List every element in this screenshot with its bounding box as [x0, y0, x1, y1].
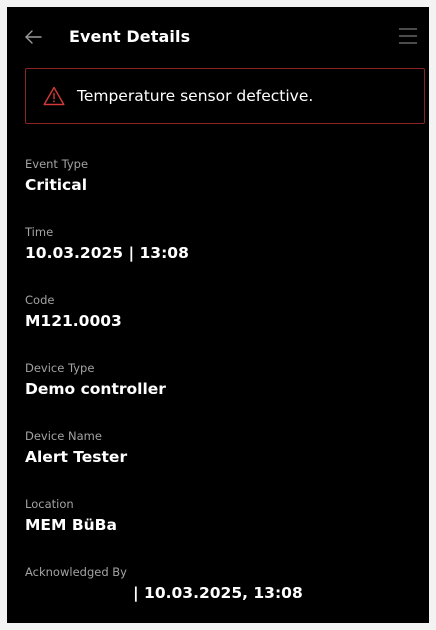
- arrow-left-icon: [25, 30, 42, 44]
- field-value: | 10.03.2025, 13:08: [133, 584, 303, 602]
- field-value: Alert Tester: [25, 448, 128, 466]
- event-fields: Event Type Critical Time 10.03.2025 | 13…: [25, 157, 415, 623]
- field-value: 10.03.2025 | 13:08: [25, 244, 189, 262]
- field-device-name: Device Name Alert Tester: [25, 429, 415, 497]
- page-title: Event Details: [69, 27, 191, 46]
- menu-button[interactable]: [397, 25, 419, 47]
- field-label: Code: [25, 293, 55, 307]
- back-button[interactable]: [21, 25, 45, 49]
- field-location: Location MEM BüBa: [25, 497, 415, 565]
- hamburger-menu-icon: [399, 28, 417, 44]
- field-value: Critical: [25, 176, 88, 194]
- field-value: Demo controller: [25, 380, 166, 398]
- field-label: Event Type: [25, 157, 89, 171]
- field-label: Location: [25, 497, 74, 511]
- alert-banner: Temperature sensor defective.: [25, 68, 425, 124]
- field-event-type: Event Type Critical: [25, 157, 415, 225]
- field-label: Device Type: [25, 361, 95, 375]
- field-time: Time 10.03.2025 | 13:08: [25, 225, 415, 293]
- field-acknowledged-by: Acknowledged By | 10.03.2025, 13:08: [25, 565, 415, 623]
- event-details-screen: Event Details Temperature sensor defecti…: [7, 7, 429, 623]
- field-value: M121.0003: [25, 312, 122, 330]
- field-label: Device Name: [25, 429, 102, 443]
- field-code: Code M121.0003: [25, 293, 415, 361]
- field-label: Time: [25, 225, 54, 239]
- field-label: Acknowledged By: [25, 565, 127, 579]
- field-device-type: Device Type Demo controller: [25, 361, 415, 429]
- app-header: Event Details: [7, 7, 429, 67]
- warning-triangle-icon: [43, 86, 65, 106]
- field-value: MEM BüBa: [25, 516, 117, 534]
- alert-message: Temperature sensor defective.: [77, 87, 314, 105]
